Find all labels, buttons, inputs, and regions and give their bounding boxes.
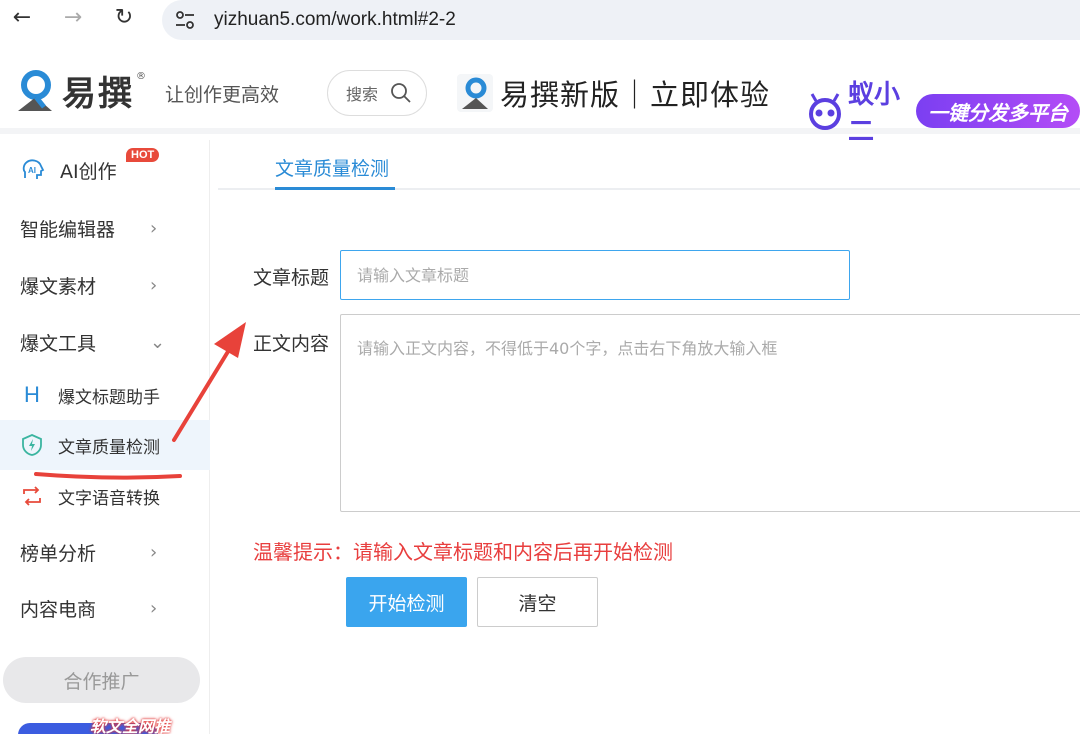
warning-tip: 温馨提示：请输入文章标题和内容后再开始检测	[253, 540, 673, 564]
svg-text:AI: AI	[28, 166, 36, 175]
title-input[interactable]	[340, 250, 850, 300]
tab-bar: 文章质量检测	[218, 140, 1080, 190]
browser-toolbar: ← → ↻ yizhuan5.com/work.html#2-2	[0, 0, 1080, 42]
site-slogan: 让创作更高效	[165, 84, 280, 106]
url-text[interactable]: yizhuan5.com/work.html#2-2	[214, 9, 456, 31]
annotation-arrowhead	[214, 322, 246, 358]
site-settings-icon[interactable]	[174, 9, 196, 31]
forward-arrow-icon[interactable]: →	[57, 4, 89, 30]
promo-logo-icon	[456, 73, 494, 113]
content-label: 正文内容	[253, 333, 330, 355]
title-label: 文章标题	[253, 267, 330, 289]
heading-h-icon: H	[24, 382, 40, 407]
sidebar-subitem-label: 爆文标题助手	[58, 387, 160, 408]
clear-button[interactable]: 清空	[477, 577, 598, 627]
sidebar-item-label: 爆文素材	[20, 275, 97, 298]
sidebar-item-label: 榜单分析	[20, 542, 97, 565]
sidebar-item-ecommerce[interactable]: 内容电商 ›	[0, 580, 210, 636]
tab-active-underline	[275, 187, 395, 190]
chevron-right-icon: ›	[150, 217, 158, 239]
sidebar-item-rankings[interactable]: 榜单分析 ›	[0, 524, 210, 580]
search-label: 搜索	[346, 85, 379, 104]
back-arrow-icon[interactable]: ←	[6, 4, 38, 30]
site-logo[interactable]: 易撰 ®	[14, 66, 146, 115]
hot-badge: HOT	[126, 148, 160, 162]
promo-ant[interactable]: 蚁小二 一键分发多平台	[806, 74, 1080, 148]
sidebar-subitem-label: 文章质量检测	[58, 437, 160, 458]
sidebar-subitem-tts[interactable]: 文字语音转换	[0, 471, 210, 521]
logo-text: 易撰	[62, 74, 134, 114]
sidebar-item-ai[interactable]: AI AI创作 HOT	[0, 142, 210, 198]
convert-arrows-icon	[20, 484, 44, 508]
registered-mark: ®	[136, 71, 146, 82]
promo-new-version[interactable]: 易撰新版｜立即体验	[456, 72, 770, 114]
sidebar-item-materials[interactable]: 爆文素材 ›	[0, 257, 210, 313]
sidebar-subitem-label: 文字语音转换	[58, 488, 160, 509]
search-icon[interactable]	[390, 82, 412, 104]
chevron-right-icon: ›	[150, 597, 158, 619]
header-search[interactable]: 搜索	[327, 70, 427, 116]
soft-article-banner[interactable]: 软文全网推	[14, 715, 184, 734]
ai-brain-icon: AI	[20, 157, 46, 183]
sidebar-subitem-quality-check[interactable]: 文章质量检测	[0, 420, 210, 470]
sidebar-item-editor[interactable]: 智能编辑器 ›	[0, 200, 210, 256]
chevron-right-icon: ›	[150, 274, 158, 296]
logo-mark-icon	[14, 67, 56, 115]
site-header: 易撰 ® 让创作更高效 搜索 易撰新版｜立即体验 蚁小二 一键分发多平台	[0, 52, 1080, 147]
sidebar-item-label: AI创作	[60, 160, 117, 183]
chevron-down-icon: ⌄	[150, 331, 166, 353]
sidebar-item-label: 爆文工具	[20, 332, 97, 355]
cooperation-button[interactable]: 合作推广	[3, 657, 200, 703]
ant-logo-icon	[806, 92, 844, 130]
sidebar-item-label: 智能编辑器	[20, 218, 116, 241]
promo-ant-badge: 一键分发多平台	[916, 94, 1080, 128]
promo-ant-name: 蚁小二	[848, 80, 901, 147]
sidebar-item-label: 内容电商	[20, 598, 97, 621]
content-input[interactable]	[340, 314, 1080, 512]
start-check-button[interactable]: 开始检测	[346, 577, 467, 627]
tab-quality-check[interactable]: 文章质量检测	[275, 154, 389, 181]
sidebar: AI AI创作 HOT 智能编辑器 › 爆文素材 › 爆文工具 ⌄ H 爆文标题…	[0, 140, 210, 734]
promo-new-version-text: 易撰新版｜立即体验	[500, 78, 771, 112]
soft-article-banner-text: 软文全网推	[90, 717, 171, 734]
address-bar[interactable]: yizhuan5.com/work.html#2-2	[162, 0, 1080, 40]
shield-bolt-icon	[20, 433, 44, 457]
sidebar-subitem-title-helper[interactable]: H 爆文标题助手	[0, 370, 210, 420]
reload-icon[interactable]: ↻	[108, 4, 140, 30]
chevron-right-icon: ›	[150, 541, 158, 563]
sidebar-item-tools[interactable]: 爆文工具 ⌄	[0, 314, 210, 370]
